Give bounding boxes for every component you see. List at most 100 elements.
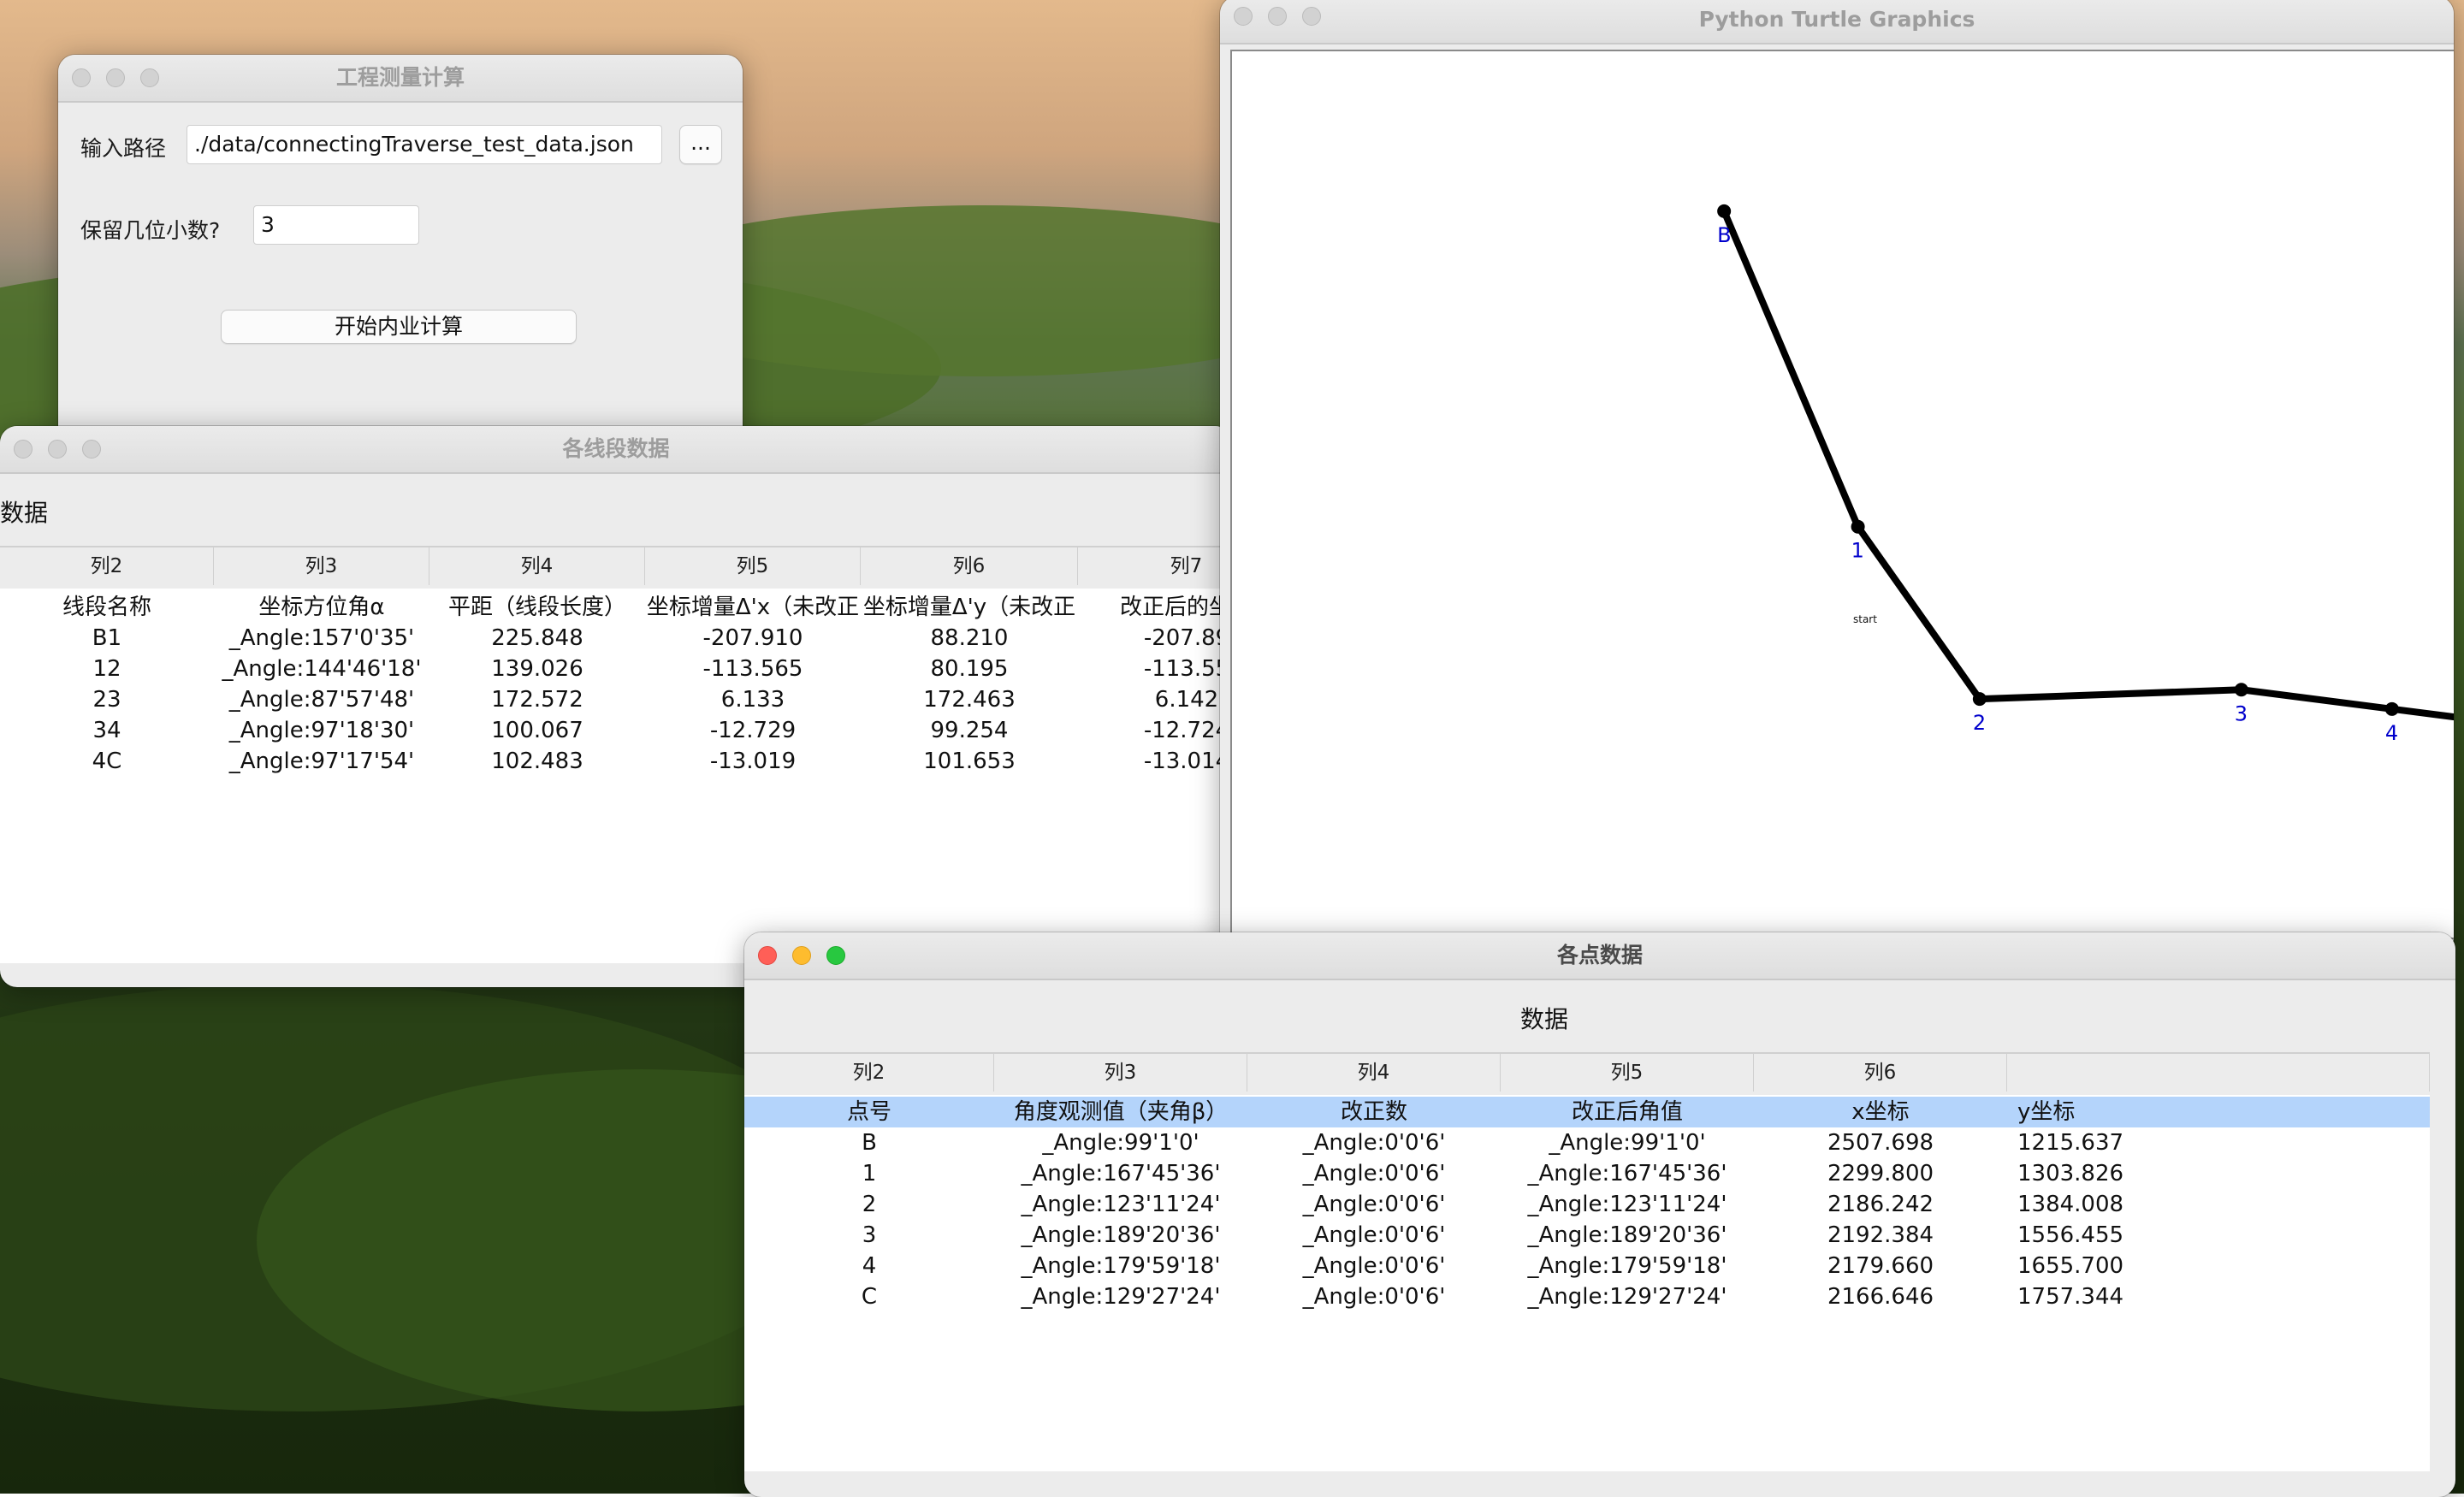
points-table-body: 点号 角度观测值（夹角β） 改正数 改正后角值 x坐标 y坐标 B _Angle… bbox=[744, 1095, 2430, 1471]
table-row[interactable]: 4 _Angle:179'59'18' _Angle:0'0'6' _Angle… bbox=[744, 1251, 2264, 1281]
table-row[interactable]: 34 _Angle:97'18'30' 100.067 -12.729 99.2… bbox=[0, 715, 1232, 746]
table-cell: 1 bbox=[862, 1161, 877, 1186]
table-cell: _Angle:97'17'54' bbox=[228, 748, 415, 774]
traverse-point-label: 1 bbox=[1851, 539, 1864, 563]
table-cell: 225.848 bbox=[491, 625, 583, 651]
table-cell: 1215.637 bbox=[2017, 1130, 2124, 1156]
table-cell: 101.653 bbox=[923, 748, 1016, 774]
column-header[interactable]: 列2 bbox=[744, 1054, 994, 1092]
column-header[interactable]: 列2 bbox=[0, 547, 214, 585]
table-cell: -12.729 bbox=[709, 718, 797, 743]
table-cell: 1556.455 bbox=[2017, 1222, 2124, 1248]
table-cell: _Angle:167'45'36' bbox=[1527, 1161, 1727, 1186]
table-row[interactable]: 线段名称 坐标方位角α 平距（线段长度） 坐标增量Δ'x（未改正 坐标增量Δ'y… bbox=[0, 592, 1232, 623]
points-column-header: 列2 列3 列4 列5 列6 bbox=[744, 1052, 2430, 1097]
column-header[interactable]: 列4 bbox=[429, 547, 645, 585]
traverse-point bbox=[1972, 692, 1987, 707]
table-cell: -13.019 bbox=[709, 748, 797, 774]
table-row[interactable]: B _Angle:99'1'0' _Angle:0'0'6' _Angle:99… bbox=[744, 1127, 2264, 1158]
table-cell: 2179.660 bbox=[1827, 1253, 1934, 1279]
column-header[interactable]: 列5 bbox=[1501, 1054, 1754, 1092]
traverse-point-label: 4 bbox=[2385, 721, 2398, 745]
path-label: 输入路径 bbox=[80, 136, 167, 161]
table-cell: 线段名称 bbox=[62, 595, 151, 620]
table-cell: _Angle:167'45'36' bbox=[1021, 1161, 1221, 1186]
segments-window-title: 各线段数据 bbox=[562, 436, 670, 461]
table-cell: _Angle:0'0'6' bbox=[1302, 1192, 1446, 1217]
table-row[interactable]: B1 _Angle:157'0'35' 225.848 -207.910 88.… bbox=[0, 623, 1232, 654]
table-cell: _Angle:189'20'36' bbox=[1021, 1222, 1221, 1248]
table-row[interactable]: 2 _Angle:123'11'24' _Angle:0'0'6' _Angle… bbox=[744, 1189, 2264, 1220]
table-row[interactable]: 23 _Angle:87'57'48' 172.572 6.133 172.46… bbox=[0, 684, 1232, 715]
table-row[interactable]: 12 _Angle:144'46'18' 139.026 -113.565 80… bbox=[0, 654, 1232, 684]
table-cell: _Angle:179'59'18' bbox=[1021, 1253, 1221, 1279]
traverse-point bbox=[2234, 683, 2248, 697]
start-label: start bbox=[1853, 613, 1877, 625]
table-cell: 坐标增量Δ'y（未改正 bbox=[862, 595, 1076, 620]
table-cell: x坐标 bbox=[1851, 1099, 1910, 1125]
points-heading: 数据 bbox=[1519, 1005, 1568, 1033]
column-header[interactable]: 列5 bbox=[645, 547, 861, 585]
column-header[interactable]: 列6 bbox=[1754, 1054, 2007, 1092]
table-cell: -13.014 bbox=[1143, 748, 1230, 774]
table-cell: _Angle:87'57'48' bbox=[228, 687, 415, 713]
table-cell: 1303.826 bbox=[2017, 1161, 2124, 1186]
table-cell: 坐标方位角α bbox=[258, 595, 385, 620]
path-input[interactable]: ./data/connectingTraverse_test_data.json bbox=[187, 125, 662, 164]
table-cell: _Angle:0'0'6' bbox=[1302, 1253, 1446, 1279]
table-row[interactable]: 4C _Angle:97'17'54' 102.483 -13.019 101.… bbox=[0, 746, 1232, 777]
table-cell: _Angle:0'0'6' bbox=[1302, 1130, 1446, 1156]
table-row[interactable]: 3 _Angle:189'20'36' _Angle:0'0'6' _Angle… bbox=[744, 1220, 2264, 1251]
table-cell: -207.89 bbox=[1143, 625, 1230, 651]
browse-button[interactable]: ... bbox=[679, 125, 722, 164]
traverse-point bbox=[1717, 204, 1732, 218]
decimals-label: 保留几位小数? bbox=[80, 218, 221, 243]
column-header[interactable]: 列6 bbox=[861, 547, 1078, 585]
table-row-selected[interactable]: 点号 角度观测值（夹角β） 改正数 改正后角值 x坐标 y坐标 bbox=[744, 1097, 2430, 1127]
table-cell: 平距（线段长度） bbox=[447, 595, 626, 620]
table-cell: 1384.008 bbox=[2017, 1192, 2124, 1217]
points-window-title: 各点数据 bbox=[1556, 943, 1643, 967]
table-cell: 80.195 bbox=[930, 656, 1009, 682]
table-cell: 34 bbox=[92, 718, 121, 743]
segments-table-body: 线段名称 坐标方位角α 平距（线段长度） 坐标增量Δ'x（未改正 坐标增量Δ'y… bbox=[0, 589, 1232, 963]
table-cell: 2166.646 bbox=[1827, 1284, 1934, 1310]
turtle-window: Python Turtle Graphics start B1234C bbox=[1220, 0, 2454, 955]
points-window: 各点数据 数据 列2 列3 列4 列5 列6 点号 角度观测值（夹角β） 改正数… bbox=[744, 932, 2455, 1497]
column-header[interactable] bbox=[2007, 1054, 2430, 1092]
table-cell: _Angle:179'59'18' bbox=[1527, 1253, 1727, 1279]
table-cell: 139.026 bbox=[491, 656, 583, 682]
table-cell: -207.910 bbox=[702, 625, 803, 651]
table-cell: _Angle:129'27'24' bbox=[1527, 1284, 1727, 1310]
table-cell: 改正后的坐标 bbox=[1119, 595, 1232, 620]
table-row[interactable]: C _Angle:129'27'24' _Angle:0'0'6' _Angle… bbox=[744, 1281, 2264, 1312]
table-cell: _Angle:123'11'24' bbox=[1527, 1192, 1727, 1217]
column-header[interactable]: 列3 bbox=[994, 1054, 1247, 1092]
start-calc-button[interactable]: 开始内业计算 bbox=[221, 310, 577, 344]
turtle-window-title: Python Turtle Graphics bbox=[1698, 7, 1975, 32]
table-row[interactable]: 1 _Angle:167'45'36' _Angle:0'0'6' _Angle… bbox=[744, 1158, 2264, 1189]
segments-column-header: 列2 列3 列4 列5 列6 列7 bbox=[0, 546, 1232, 590]
table-cell: 改正后角值 bbox=[1571, 1099, 1683, 1125]
table-cell: 2299.800 bbox=[1827, 1161, 1934, 1186]
decimals-input[interactable]: 3 bbox=[253, 205, 419, 245]
calc-window-title: 工程测量计算 bbox=[335, 65, 465, 90]
column-header[interactable]: 列7 bbox=[1078, 547, 1232, 585]
column-header[interactable]: 列4 bbox=[1247, 1054, 1501, 1092]
traverse-point-label: B bbox=[1717, 223, 1731, 247]
table-cell: _Angle:97'18'30' bbox=[228, 718, 415, 743]
table-cell: 102.483 bbox=[491, 748, 583, 774]
table-cell: 99.254 bbox=[930, 718, 1009, 743]
turtle-canvas[interactable]: start B1234C bbox=[1230, 50, 2454, 939]
table-cell: B bbox=[862, 1130, 877, 1156]
table-cell: 23 bbox=[92, 687, 121, 713]
table-cell: _Angle:144'46'18' bbox=[222, 656, 422, 682]
column-header[interactable]: 列3 bbox=[214, 547, 429, 585]
table-cell: 角度观测值（夹角β） bbox=[1013, 1099, 1229, 1125]
table-cell: 6.133 bbox=[720, 687, 785, 713]
table-cell: 100.067 bbox=[491, 718, 583, 743]
table-cell: -12.724 bbox=[1143, 718, 1230, 743]
table-cell: -113.565 bbox=[702, 656, 803, 682]
table-cell: 12 bbox=[92, 656, 121, 682]
table-cell: 2186.242 bbox=[1827, 1192, 1934, 1217]
